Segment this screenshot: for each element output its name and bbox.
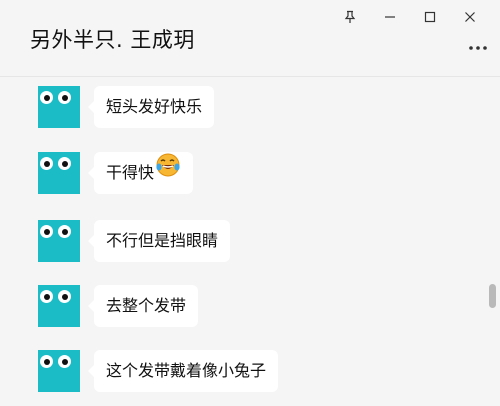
close-icon (465, 12, 475, 22)
avatar[interactable] (38, 220, 80, 262)
avatar-eye-icon (40, 290, 53, 303)
avatar[interactable] (38, 152, 80, 194)
avatar-eye-icon (58, 355, 71, 368)
avatar-eye-icon (58, 225, 71, 238)
more-icon (469, 46, 487, 50)
message-bubble[interactable]: 短头发好快乐 (87, 86, 215, 128)
close-button[interactable] (450, 6, 490, 28)
avatar[interactable] (38, 350, 80, 392)
message-row: 不行但是挡眼睛 (38, 220, 231, 264)
vertical-scrollbar[interactable] (489, 284, 496, 308)
chat-title: 另外半只. 王成玥 (30, 28, 195, 52)
avatar-eye-icon (58, 290, 71, 303)
message-bubble[interactable]: 不行但是挡眼睛 (87, 220, 231, 262)
minimize-button[interactable] (370, 6, 410, 28)
message-bubble[interactable]: 干得快 (87, 152, 194, 194)
avatar-eye-icon (40, 355, 53, 368)
message-text: 这个发带戴着像小兔子 (106, 361, 267, 380)
message-text: 短头发好快乐 (106, 97, 203, 116)
avatar[interactable] (38, 285, 80, 327)
message-list[interactable]: 短头发好快乐 干得快 不行但是挡眼睛 去整个发带 这个发带戴着像小兔子 (0, 77, 500, 406)
avatar-eye-icon (58, 157, 71, 170)
avatar-eye-icon (40, 225, 53, 238)
message-bubble[interactable]: 这个发带戴着像小兔子 (87, 350, 279, 392)
message-row: 这个发带戴着像小兔子 (38, 350, 279, 394)
pin-button[interactable] (330, 6, 370, 28)
chat-window: 另外半只. 王成玥 短头发好快乐 干得快 不行但是挡眼睛 去整个发带 这个发带戴… (0, 0, 500, 406)
chat-header: 另外半只. 王成玥 (0, 0, 500, 77)
message-bubble[interactable]: 去整个发带 (87, 285, 199, 327)
message-text: 干得快 (106, 163, 155, 182)
message-row: 干得快 (38, 152, 194, 196)
message-text: 去整个发带 (106, 296, 187, 315)
window-controls (330, 6, 490, 28)
minimize-icon (385, 16, 395, 18)
laughing-tears-emoji-icon (155, 152, 181, 194)
message-text: 不行但是挡眼睛 (106, 231, 219, 250)
avatar-eye-icon (40, 91, 53, 104)
more-options-button[interactable] (466, 38, 490, 58)
avatar-eye-icon (58, 91, 71, 104)
pin-icon (344, 10, 356, 23)
message-row: 去整个发带 (38, 285, 199, 329)
avatar-eye-icon (40, 157, 53, 170)
maximize-button[interactable] (410, 6, 450, 28)
avatar[interactable] (38, 86, 80, 128)
maximize-icon (424, 11, 436, 23)
message-row: 短头发好快乐 (38, 86, 215, 130)
